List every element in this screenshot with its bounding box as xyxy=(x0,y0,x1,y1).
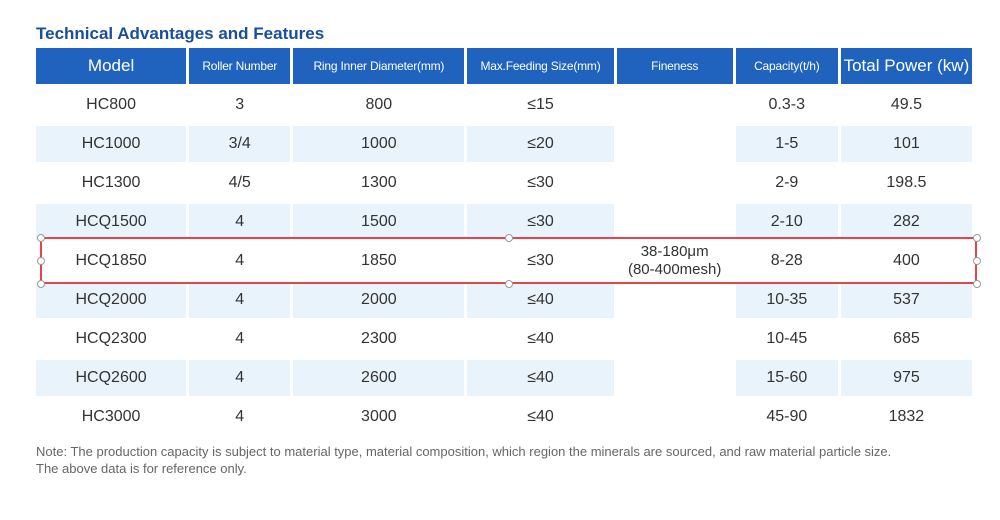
header-roller-number: Roller Number xyxy=(189,48,291,84)
cell-power: 1832 xyxy=(840,399,972,435)
cell-capacity: 2-9 xyxy=(735,165,838,201)
table-row: HCQ2300 4 2300 ≤40 10-45 685 xyxy=(36,321,972,357)
cell-model: HC3000 xyxy=(36,399,187,435)
spec-table: Model Roller Number Ring Inner Diameter(… xyxy=(33,45,975,438)
table-row: HC800 3 800 ≤15 38-180μm (80-400mesh) 0.… xyxy=(36,87,972,435)
cell-capacity: 8-28 xyxy=(735,243,838,279)
cell-feeding-size: ≤30 xyxy=(467,165,614,201)
cell-model: HCQ2300 xyxy=(36,321,187,357)
header-ring-inner-diameter: Ring Inner Diameter(mm) xyxy=(293,48,465,84)
cell-feeding-size: ≤15 xyxy=(467,87,614,123)
cell-roller-number: 4 xyxy=(189,243,291,279)
table-row-highlighted: HCQ1850 4 1850 ≤30 8-28 400 xyxy=(36,243,972,279)
cell-power: 49.5 xyxy=(840,87,972,123)
fineness-micron: 38-180μm xyxy=(640,243,709,260)
cell-capacity: 10-45 xyxy=(735,321,838,357)
cell-feeding-size: ≤20 xyxy=(467,126,614,162)
cell-model: HC800 xyxy=(36,87,187,123)
header-capacity: Capacity(t/h) xyxy=(735,48,838,84)
cell-feeding-size: ≤40 xyxy=(467,360,614,396)
cell-model: HC1000 xyxy=(36,126,187,162)
cell-model: HCQ2600 xyxy=(36,360,187,396)
header-total-power: Total Power (kw) xyxy=(840,48,972,84)
cell-ring-diameter: 1850 xyxy=(293,243,465,279)
cell-ring-diameter: 2300 xyxy=(293,321,465,357)
cell-feeding-size: ≤40 xyxy=(467,399,614,435)
cell-power: 198.5 xyxy=(840,165,972,201)
section-title: Technical Advantages and Features xyxy=(36,24,325,43)
cell-model: HC1300 xyxy=(36,165,187,201)
cell-roller-number: 3 xyxy=(189,87,291,123)
fineness-mesh: (80-400mesh) xyxy=(627,261,722,278)
cell-model: HCQ2000 xyxy=(36,282,187,318)
table-row: HCQ2600 4 2600 ≤40 15-60 975 xyxy=(36,360,972,396)
cell-roller-number: 4 xyxy=(189,282,291,318)
header-max-feeding-size: Max.Feeding Size(mm) xyxy=(467,48,614,84)
table-row: HC1300 4/5 1300 ≤30 2-9 198.5 xyxy=(36,165,972,201)
table-row: HCQ2000 4 2000 ≤40 10-35 537 xyxy=(36,282,972,318)
header-model: Model xyxy=(36,48,187,84)
cell-ring-diameter: 1000 xyxy=(293,126,465,162)
cell-ring-diameter: 2600 xyxy=(293,360,465,396)
cell-power: 975 xyxy=(840,360,972,396)
cell-model: HCQ1850 xyxy=(36,243,187,279)
cell-power: 101 xyxy=(840,126,972,162)
cell-feeding-size: ≤30 xyxy=(467,204,614,240)
cell-roller-number: 4/5 xyxy=(189,165,291,201)
cell-fineness-merged: 38-180μm (80-400mesh) xyxy=(616,87,733,435)
table-row: HCQ1500 4 1500 ≤30 2-10 282 xyxy=(36,204,972,240)
cell-power: 537 xyxy=(840,282,972,318)
cell-capacity: 15-60 xyxy=(735,360,838,396)
cell-ring-diameter: 800 xyxy=(293,87,465,123)
cell-ring-diameter: 1300 xyxy=(293,165,465,201)
spec-table-container: Model Roller Number Ring Inner Diameter(… xyxy=(36,48,976,438)
cell-ring-diameter: 2000 xyxy=(293,282,465,318)
cell-roller-number: 4 xyxy=(189,204,291,240)
cell-roller-number: 4 xyxy=(189,360,291,396)
cell-power: 282 xyxy=(840,204,972,240)
cell-capacity: 10-35 xyxy=(735,282,838,318)
cell-capacity: 0.3-3 xyxy=(735,87,838,123)
footnote-line: Note: The production capacity is subject… xyxy=(36,444,892,459)
cell-roller-number: 4 xyxy=(189,399,291,435)
header-fineness: Fineness xyxy=(616,48,733,84)
cell-capacity: 45-90 xyxy=(735,399,838,435)
footnote-line: The above data is for reference only. xyxy=(36,461,247,476)
cell-roller-number: 3/4 xyxy=(189,126,291,162)
footnote: Note: The production capacity is subject… xyxy=(36,443,986,477)
cell-roller-number: 4 xyxy=(189,321,291,357)
cell-ring-diameter: 3000 xyxy=(293,399,465,435)
cell-feeding-size: ≤40 xyxy=(467,282,614,318)
cell-capacity: 2-10 xyxy=(735,204,838,240)
table-row: HC3000 4 3000 ≤40 45-90 1832 xyxy=(36,399,972,435)
cell-model: HCQ1500 xyxy=(36,204,187,240)
table-header-row: Model Roller Number Ring Inner Diameter(… xyxy=(36,48,972,84)
cell-power: 400 xyxy=(840,243,972,279)
cell-ring-diameter: 1500 xyxy=(293,204,465,240)
cell-capacity: 1-5 xyxy=(735,126,838,162)
cell-power: 685 xyxy=(840,321,972,357)
cell-feeding-size: ≤30 xyxy=(467,243,614,279)
cell-feeding-size: ≤40 xyxy=(467,321,614,357)
table-row: HC1000 3/4 1000 ≤20 1-5 101 xyxy=(36,126,972,162)
